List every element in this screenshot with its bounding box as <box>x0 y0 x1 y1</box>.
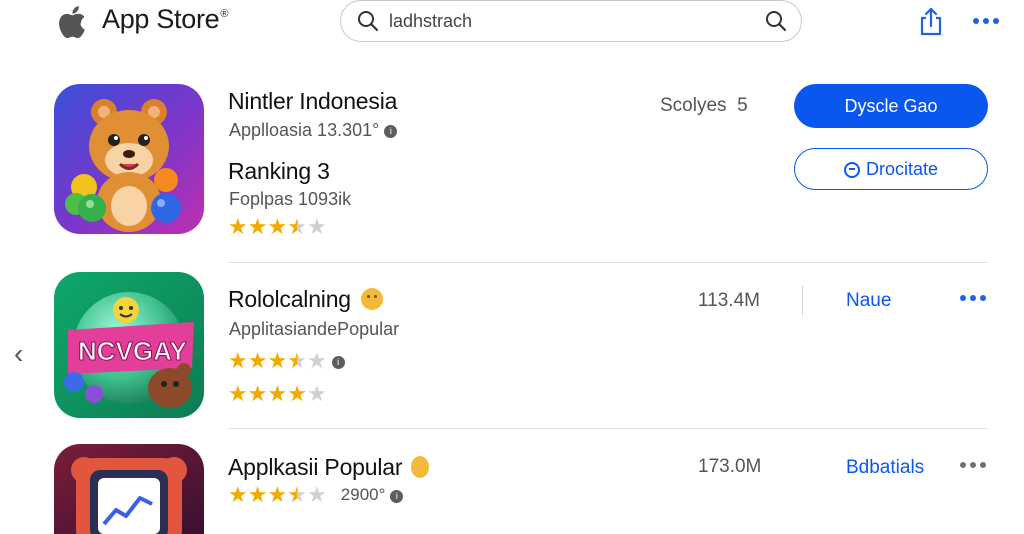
info-icon: i <box>331 355 345 369</box>
star-icon: ★ <box>247 482 268 507</box>
secondary-action-label: Drocitate <box>865 159 939 179</box>
empty-star-icon: ★ <box>306 381 327 406</box>
vertical-divider <box>802 286 803 316</box>
app-icon-ball[interactable]: NCVGAY <box>54 272 204 418</box>
app-name[interactable]: Applkasii Popular <box>228 454 429 481</box>
app-name-text: Applkasii Popular <box>228 454 403 480</box>
app-downloads: Foplpas 1093ik <box>229 189 352 209</box>
app-name-text: Rololcalning <box>228 286 351 312</box>
half-star-icon: ★ <box>287 482 307 507</box>
more-icon[interactable] <box>958 288 988 313</box>
empty-star-icon: ★ <box>306 214 327 239</box>
primary-action-button[interactable]: Dyscle Gao <box>794 84 988 128</box>
registered-mark: ® <box>220 8 229 20</box>
row-divider <box>228 262 988 263</box>
app-meta: Scolyes 5 <box>660 95 748 116</box>
svg-text:NCVGAY: NCVGAY <box>78 336 187 366</box>
star-icon: ★ <box>267 482 288 507</box>
star-icon: ★ <box>247 381 268 406</box>
star-rating-secondary: ★★★★★ <box>228 383 327 405</box>
emoji-icon <box>410 456 429 478</box>
more-icon[interactable] <box>958 455 988 480</box>
search-bar[interactable]: ladhstrach <box>340 0 802 42</box>
rating-count: 2900° <box>340 485 386 504</box>
search-submit-icon[interactable] <box>765 10 787 37</box>
star-icon: ★ <box>228 381 248 406</box>
more-icon[interactable] <box>970 10 1002 32</box>
app-size: 113.4M <box>698 290 760 311</box>
empty-star-icon: ★ <box>306 348 327 373</box>
emoji-icon <box>361 288 384 310</box>
apple-logo-icon <box>56 2 92 42</box>
app-subtitle-text: Applloasia 13.301° <box>229 120 380 140</box>
app-icon-analytics[interactable] <box>54 444 204 534</box>
search-icon <box>357 10 379 37</box>
star-rating: ★★★★★ i <box>228 350 345 372</box>
secondary-action-button[interactable]: Drocitate <box>794 148 988 190</box>
chevron-left-icon[interactable]: ‹ <box>14 338 23 370</box>
app-name[interactable]: Rololcalning <box>228 286 384 313</box>
store-title: App Store® <box>102 4 229 34</box>
empty-star-icon: ★ <box>306 482 327 507</box>
app-icon-bear[interactable] <box>54 84 204 234</box>
app-action-link[interactable]: Bdbatials <box>846 457 924 479</box>
search-input[interactable]: ladhstrach <box>389 11 472 32</box>
half-star-icon: ★ <box>287 214 307 239</box>
star-rating: ★★★★★ 2900° i <box>228 482 404 507</box>
ranking-label: Ranking 3 <box>228 158 330 184</box>
app-action-link[interactable]: Naue <box>846 290 891 312</box>
star-icon: ★ <box>267 381 288 406</box>
share-icon[interactable] <box>916 6 946 38</box>
star-rating: ★★★★★ <box>228 216 327 238</box>
star-icon: ★ <box>287 381 307 406</box>
app-subtitle: Applloasia 13.301° i <box>229 120 398 141</box>
star-icon: ★ <box>247 214 268 239</box>
star-icon: ★ <box>247 348 268 373</box>
info-icon: i <box>384 124 398 138</box>
star-icon: ★ <box>228 348 248 373</box>
half-star-icon: ★ <box>287 348 307 373</box>
star-icon: ★ <box>228 482 248 507</box>
star-icon: ★ <box>267 214 288 239</box>
row-divider <box>228 428 988 429</box>
info-icon: i <box>390 489 404 503</box>
app-subtitle: ApplitasiandePopular <box>229 319 400 339</box>
app-size: 173.0M <box>698 456 762 477</box>
star-icon: ★ <box>228 214 248 239</box>
app-name[interactable]: Nintler Indonesia <box>228 88 397 115</box>
chat-icon <box>843 162 860 178</box>
star-icon: ★ <box>267 348 288 373</box>
